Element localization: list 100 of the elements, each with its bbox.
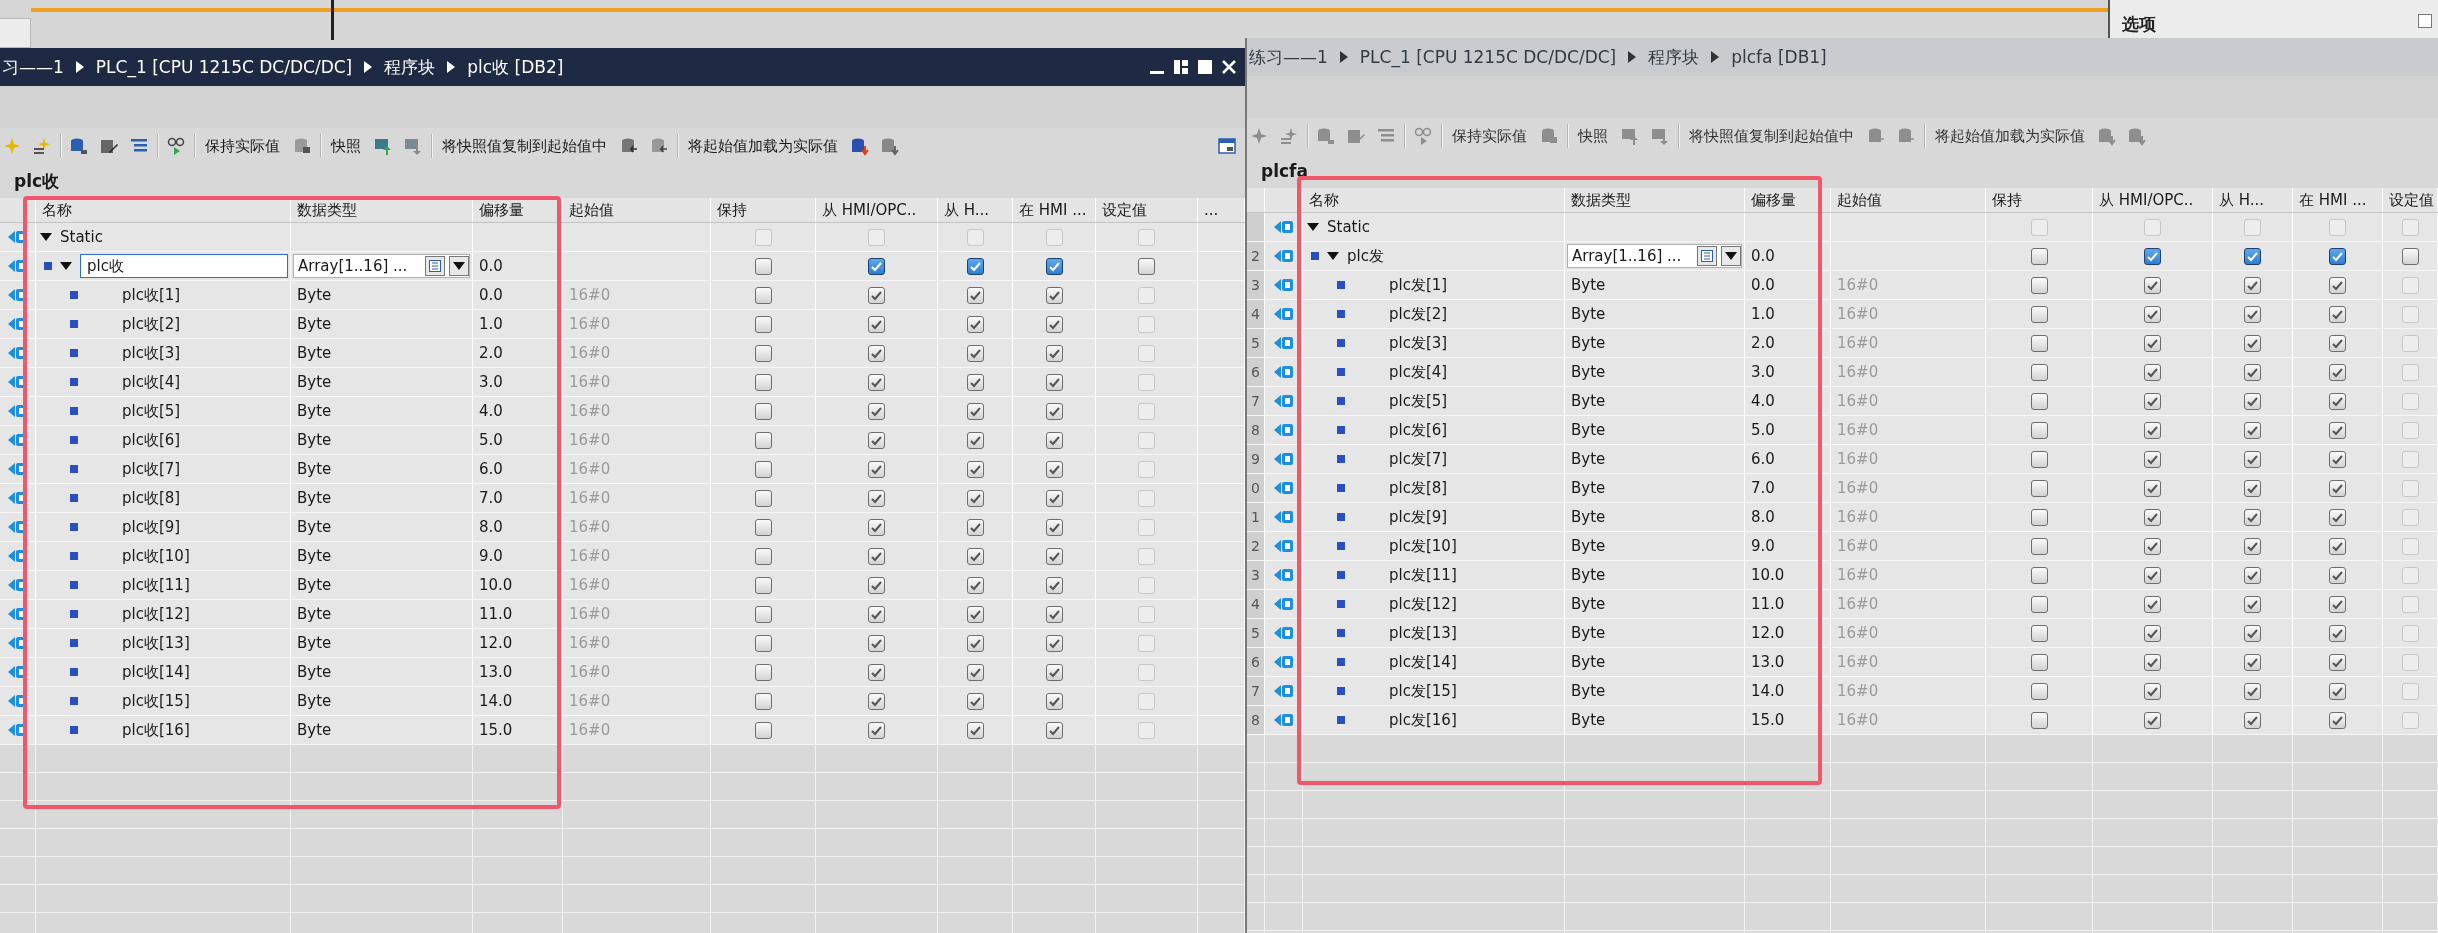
table-row[interactable]: plc收[8] Byte 7.0 16#0 — [0, 484, 1245, 513]
checkbox[interactable] — [2030, 305, 2048, 323]
checkbox[interactable] — [1138, 257, 1155, 275]
breadcrumb-item[interactable]: 程序块 — [384, 55, 436, 79]
tile-icon[interactable] — [1173, 59, 1189, 75]
table-row[interactable]: plc收[13] Byte 12.0 16#0 — [0, 629, 1245, 658]
toolbar-button[interactable]: 保持实际值 — [201, 134, 284, 158]
checkbox[interactable] — [754, 402, 772, 420]
column-header[interactable]: 数据类型 — [291, 198, 473, 222]
table-row[interactable]: 3 plc发[11] Byte 10.0 16#0 — [1247, 561, 2438, 590]
checkbox[interactable] — [754, 431, 772, 449]
column-header[interactable]: 偏移量 — [1745, 188, 1831, 212]
checkbox[interactable] — [2030, 595, 2048, 613]
table-row[interactable]: plc收[14] Byte 13.0 16#0 — [0, 658, 1245, 687]
breadcrumb-item[interactable]: plcfa [DB1] — [1731, 47, 1827, 67]
breadcrumb-item[interactable]: 程序块 — [1648, 45, 1700, 69]
table-row[interactable]: plc收[5] Byte 4.0 16#0 — [0, 397, 1245, 426]
table-row[interactable]: plc收[16] Byte 15.0 16#0 — [0, 716, 1245, 745]
toolbar-button[interactable]: 快照 — [327, 134, 365, 158]
checkbox[interactable] — [2030, 334, 2048, 352]
table-row[interactable]: 8 plc发[6] Byte 5.0 16#0 — [1247, 416, 2438, 445]
table-row[interactable]: 7 plc发[5] Byte 4.0 16#0 — [1247, 387, 2438, 416]
checkbox[interactable] — [754, 460, 772, 478]
table-row[interactable]: Static — [0, 223, 1245, 252]
checkbox[interactable] — [2030, 682, 2048, 700]
breadcrumb-item[interactable]: 练习——1 — [1249, 45, 1328, 69]
column-header[interactable]: 数据类型 — [1565, 188, 1745, 212]
table-row[interactable]: 5 plc发[13] Byte 12.0 16#0 — [1247, 619, 2438, 648]
column-header[interactable]: 设定值 — [2383, 188, 2438, 212]
table-row[interactable]: 0 plc发[8] Byte 7.0 16#0 — [1247, 474, 2438, 503]
table-row[interactable]: 1 plc发[9] Byte 8.0 16#0 — [1247, 503, 2438, 532]
checkbox[interactable] — [754, 489, 772, 507]
column-header[interactable]: 名称 — [36, 198, 291, 222]
checkbox[interactable] — [2030, 624, 2048, 642]
checkbox[interactable] — [754, 315, 772, 333]
table-row[interactable]: Static — [1247, 213, 2438, 242]
checkbox[interactable] — [754, 605, 772, 623]
checkbox[interactable] — [2030, 653, 2048, 671]
checkbox[interactable] — [2030, 711, 2048, 729]
checkbox[interactable] — [754, 286, 772, 304]
collapse-icon[interactable] — [40, 232, 52, 242]
panel-button[interactable] — [2418, 14, 2432, 28]
checkbox[interactable] — [2030, 537, 2048, 555]
type-field[interactable]: Array[1..16] ... — [1567, 244, 1742, 268]
toolbar-button[interactable]: 将快照值复制到起始值中 — [1685, 124, 1858, 148]
dropdown-caret-icon[interactable] — [1721, 246, 1741, 266]
checkbox[interactable] — [754, 663, 772, 681]
table-row[interactable]: 6 plc发[14] Byte 13.0 16#0 — [1247, 648, 2438, 677]
column-header[interactable]: 从 HMI/OPC.. — [816, 198, 938, 222]
table-row[interactable]: plc收[15] Byte 14.0 16#0 — [0, 687, 1245, 716]
checkbox[interactable] — [754, 257, 772, 275]
column-header[interactable]: 在 HMI ... — [1013, 198, 1096, 222]
table-row[interactable]: 3 plc发[1] Byte 0.0 16#0 — [1247, 271, 2438, 300]
table-row[interactable]: plc收[3] Byte 2.0 16#0 — [0, 339, 1245, 368]
toolbar-button[interactable]: 将起始值加载为实际值 — [684, 134, 842, 158]
checkbox[interactable] — [754, 373, 772, 391]
maximize-icon[interactable] — [1197, 59, 1213, 75]
checkbox[interactable] — [754, 721, 772, 739]
table-row[interactable]: 6 plc发[4] Byte 3.0 16#0 — [1247, 358, 2438, 387]
table-row[interactable]: plc收 Array[1..16] ... 0.0 — [0, 252, 1245, 281]
type-field[interactable]: Array[1..16] ... — [293, 254, 470, 278]
column-header[interactable]: 设定值 — [1096, 198, 1198, 222]
table-row[interactable]: plc收[9] Byte 8.0 16#0 — [0, 513, 1245, 542]
column-header[interactable]: 保持 — [1986, 188, 2093, 212]
checkbox[interactable] — [754, 344, 772, 362]
checkbox[interactable] — [2030, 421, 2048, 439]
table-row[interactable]: plc收[6] Byte 5.0 16#0 — [0, 426, 1245, 455]
toolbar-button[interactable]: 将起始值加载为实际值 — [1931, 124, 2089, 148]
table-row[interactable]: plc收[7] Byte 6.0 16#0 — [0, 455, 1245, 484]
table-row[interactable]: 4 plc发[2] Byte 1.0 16#0 — [1247, 300, 2438, 329]
table-row[interactable]: plc收[2] Byte 1.0 16#0 — [0, 310, 1245, 339]
checkbox[interactable] — [2030, 508, 2048, 526]
breadcrumb-item[interactable]: PLC_1 [CPU 1215C DC/DC/DC] — [1359, 47, 1617, 67]
table-row[interactable]: plc收[12] Byte 11.0 16#0 — [0, 600, 1245, 629]
list-icon[interactable] — [425, 256, 445, 276]
breadcrumb-item[interactable]: plc收 [DB2] — [467, 55, 564, 79]
dropdown-caret-icon[interactable] — [449, 256, 469, 276]
table-row[interactable]: 5 plc发[3] Byte 2.0 16#0 — [1247, 329, 2438, 358]
collapse-icon[interactable] — [1307, 222, 1319, 232]
checkbox[interactable] — [2244, 247, 2261, 265]
toolbar-button[interactable]: 保持实际值 — [1448, 124, 1531, 148]
table-row[interactable]: plc收[4] Byte 3.0 16#0 — [0, 368, 1245, 397]
checkbox[interactable] — [754, 576, 772, 594]
collapse-icon[interactable] — [1327, 251, 1339, 261]
toolbar-button[interactable]: 将快照值复制到起始值中 — [438, 134, 611, 158]
column-header[interactable]: 从 HMI/OPC.. — [2093, 188, 2213, 212]
checkbox[interactable] — [754, 692, 772, 710]
checkbox[interactable] — [2030, 392, 2048, 410]
checkbox[interactable] — [2030, 247, 2048, 265]
checkbox[interactable] — [754, 547, 772, 565]
toolbar-button[interactable]: 快照 — [1574, 124, 1612, 148]
checkbox[interactable] — [754, 518, 772, 536]
checkbox[interactable] — [2030, 450, 2048, 468]
checkbox[interactable] — [868, 257, 885, 275]
table-row[interactable]: 4 plc发[12] Byte 11.0 16#0 — [1247, 590, 2438, 619]
column-header[interactable]: 起始值 — [563, 198, 711, 222]
column-header[interactable]: 偏移量 — [473, 198, 563, 222]
column-header[interactable]: 从 H... — [938, 198, 1013, 222]
checkbox[interactable] — [966, 257, 984, 275]
column-header[interactable]: 在 HMI ... — [2293, 188, 2383, 212]
